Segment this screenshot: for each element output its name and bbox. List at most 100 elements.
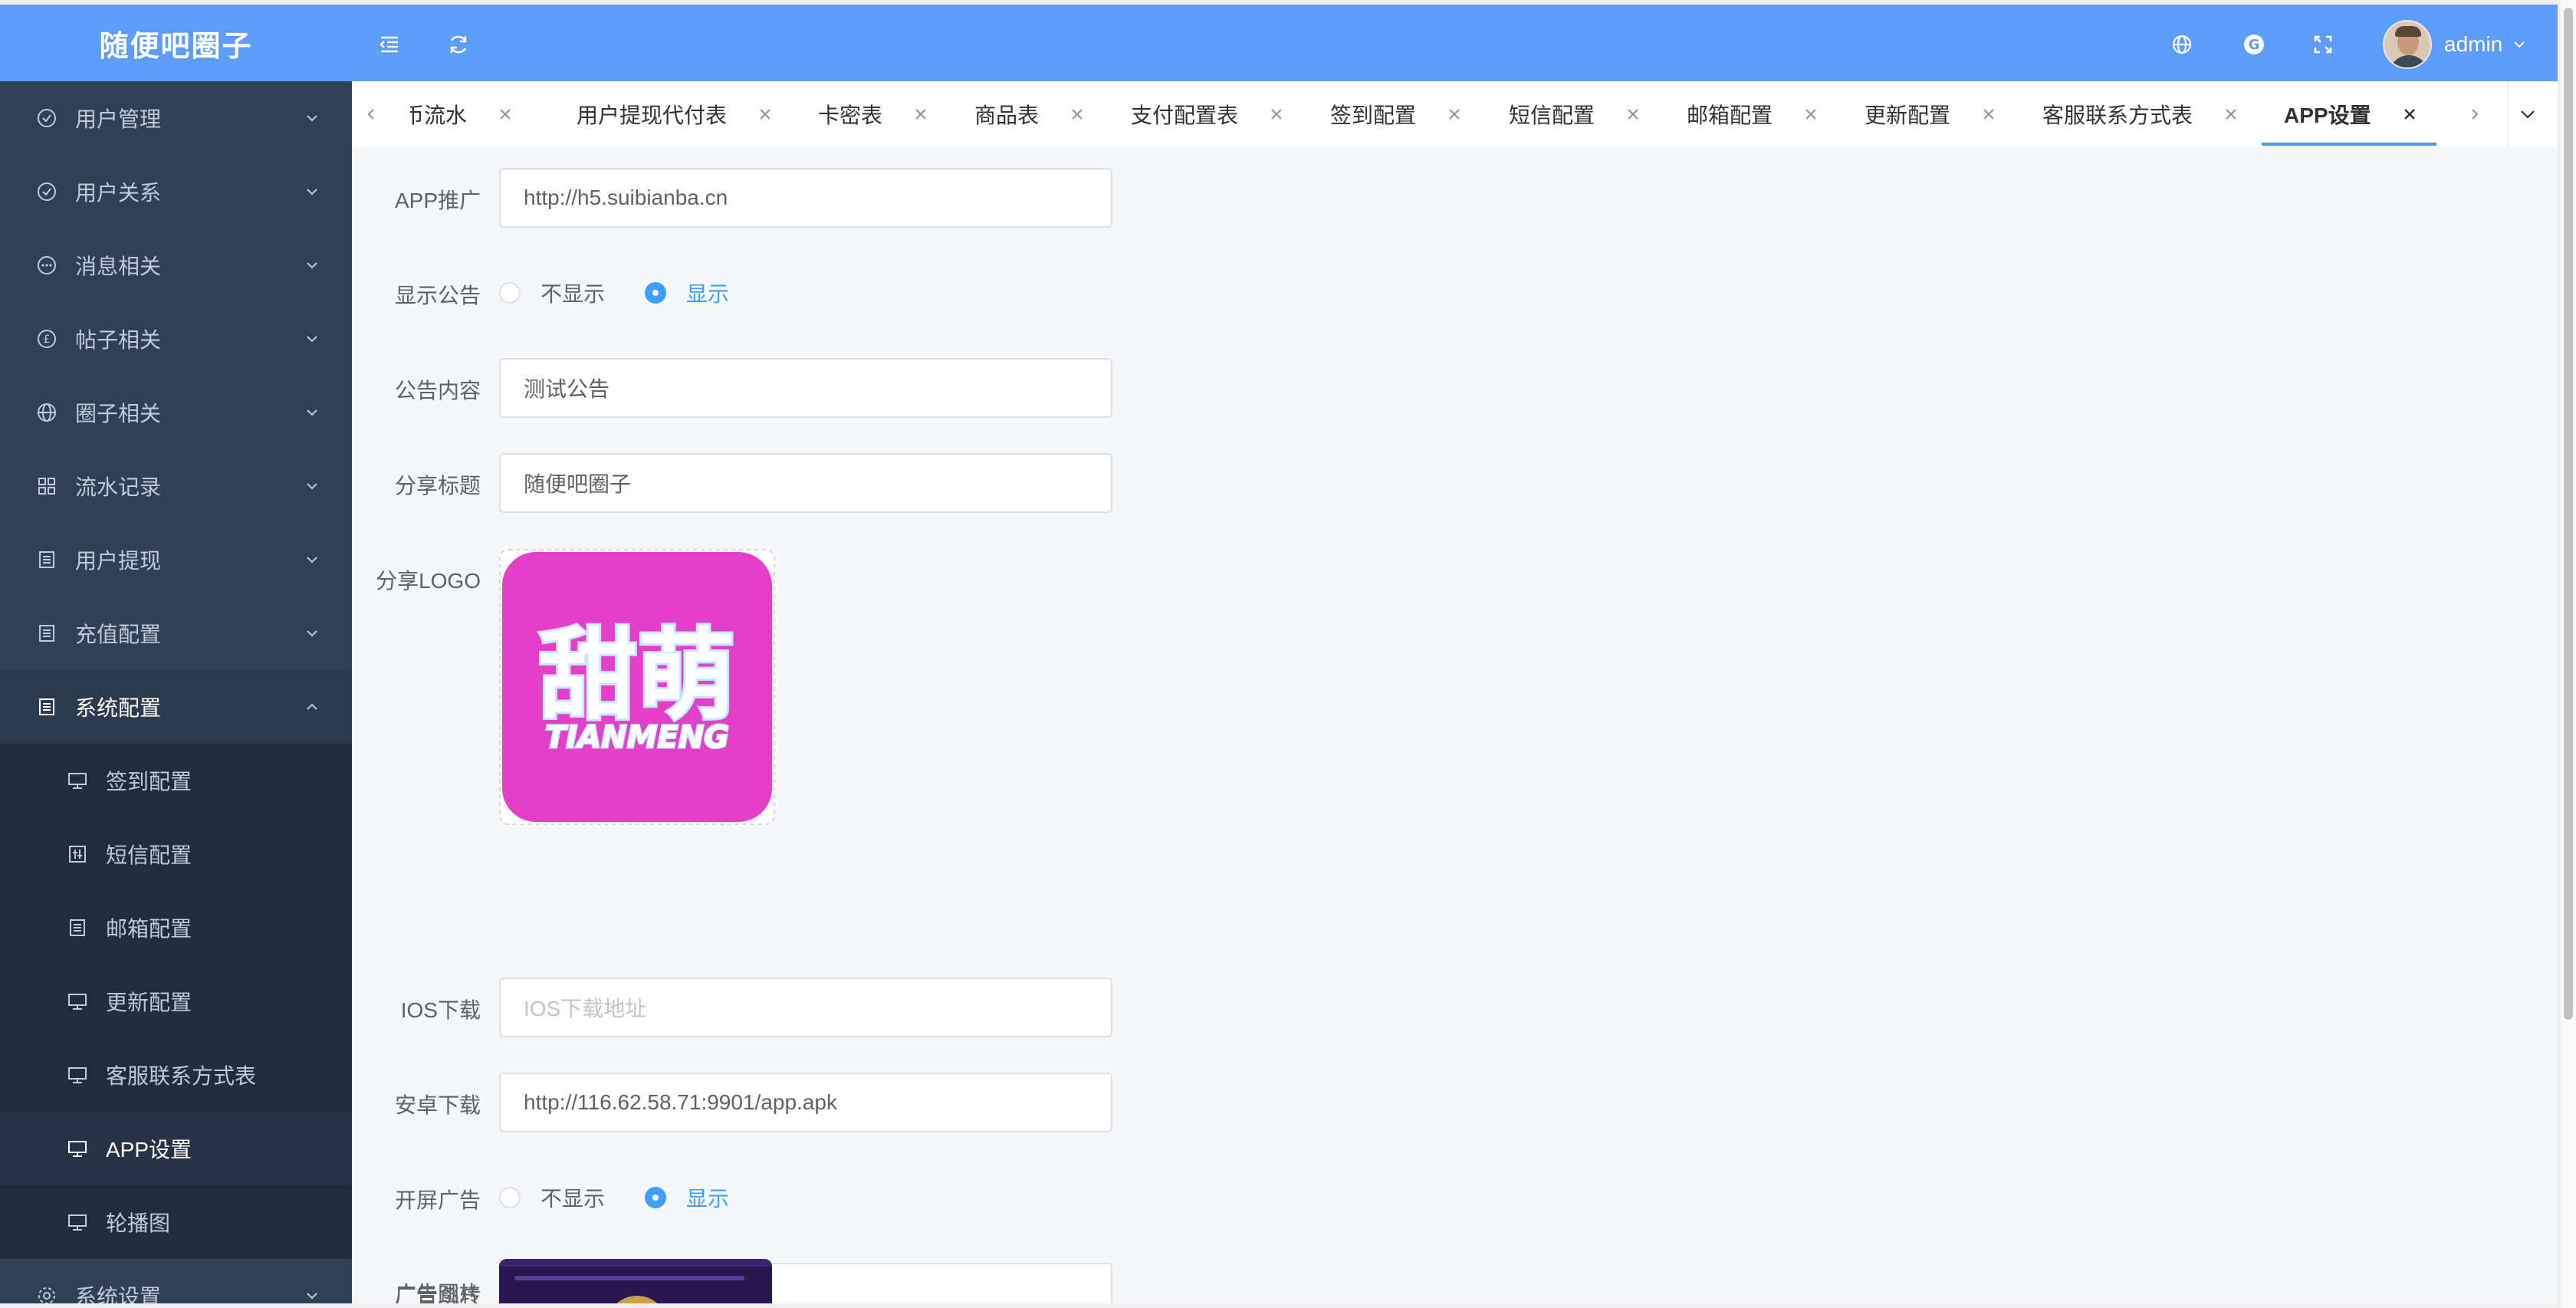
chat-icon — [35, 254, 58, 277]
monitor-icon — [66, 1137, 89, 1160]
sidebar-item-recharge-config[interactable]: 充值配置 — [0, 596, 352, 670]
tab-signin-config[interactable]: 签到配置 — [1330, 81, 1464, 147]
user-menu[interactable]: admin — [2383, 20, 2527, 69]
sidebar-item-update-config[interactable]: 更新配置 — [0, 965, 352, 1038]
fullscreen-icon[interactable] — [2308, 29, 2338, 60]
menu-fold-icon[interactable] — [374, 29, 405, 60]
tab-sms-config[interactable]: 短信配置 — [1509, 81, 1642, 147]
tab-update-config[interactable]: 更新配置 — [1865, 81, 1998, 147]
close-icon[interactable] — [912, 105, 930, 123]
refresh-icon[interactable] — [443, 29, 474, 60]
splash-hide-radio[interactable]: 不显示 — [499, 1182, 605, 1213]
radio-label: 不显示 — [540, 282, 606, 306]
sidebar-item-sms-config[interactable]: 短信配置 — [0, 817, 352, 891]
show-notice-label: 显示公告 — [394, 284, 481, 307]
sidebar-item-customer-service[interactable]: 客服联系方式表 — [0, 1038, 352, 1112]
share-logo-uploader[interactable]: 甜萌 TIANMENG — [499, 549, 775, 825]
monitor-icon — [66, 1063, 89, 1086]
close-icon[interactable] — [1068, 105, 1086, 123]
ios-download-input[interactable]: IOS下载地址 — [499, 978, 1112, 1037]
sidebar-item-system-config[interactable]: 系统配置 — [0, 670, 352, 744]
tab-label: 卡密表 — [818, 104, 883, 127]
ad-image-thumbnail[interactable] — [499, 1259, 772, 1303]
check-circle-icon — [35, 107, 58, 130]
close-icon[interactable] — [756, 105, 774, 123]
chevron-down-icon — [307, 336, 317, 343]
notice-hide-radio[interactable]: 不显示 — [499, 278, 605, 308]
sidebar-item-label: 客服联系方式表 — [106, 1064, 257, 1088]
app-promo-input[interactable]: http://h5.suibianba.cn — [499, 168, 1112, 228]
page-scrollbar-thumb[interactable] — [2564, 8, 2573, 1020]
close-icon[interactable] — [1980, 105, 1998, 123]
close-icon[interactable] — [1624, 105, 1642, 123]
close-icon[interactable] — [496, 105, 514, 123]
sidebar-item-transactions[interactable]: 流水记录 — [0, 449, 352, 523]
tab-label: 支付配置表 — [1131, 104, 1239, 127]
globe-icon[interactable] — [2167, 29, 2197, 60]
tags-view: 金币流水 用户提现代付表 卡密表 商品表 支付配置表 签到配置 短信配置 邮箱配… — [352, 81, 2558, 148]
avatar[interactable] — [2383, 20, 2432, 69]
pound-icon: £ — [35, 327, 58, 350]
chevron-down-icon — [307, 483, 317, 490]
tab-app-settings[interactable]: APP设置 — [2284, 81, 2419, 147]
sidebar-item-user-management[interactable]: 用户管理 — [0, 81, 352, 155]
close-icon[interactable] — [1445, 105, 1464, 123]
sidebar-item-posts[interactable]: £ 帖子相关 — [0, 302, 352, 376]
document-icon — [35, 695, 58, 718]
sidebar-item-signin-config[interactable]: 签到配置 — [0, 744, 352, 817]
grid-icon — [35, 475, 58, 498]
tab-pay-config[interactable]: 支付配置表 — [1131, 81, 1286, 147]
sidebar-item-carousel[interactable]: 轮播图 — [0, 1185, 352, 1259]
sidebar-item-label: 系统配置 — [75, 696, 162, 720]
sidebar-item-withdrawals[interactable]: 用户提现 — [0, 523, 352, 596]
tab-email-config[interactable]: 邮箱配置 — [1687, 81, 1820, 147]
close-icon[interactable] — [1802, 105, 1820, 123]
tab-customer-service[interactable]: 客服联系方式表 — [2042, 81, 2240, 147]
android-download-input[interactable]: http://116.62.58.71:9901/app.apk — [499, 1073, 1112, 1132]
sidebar-item-label: 签到配置 — [106, 770, 192, 794]
sidebar-item-label: 圈子相关 — [75, 402, 162, 426]
circle-check-icon — [35, 180, 58, 203]
splash-show-radio[interactable]: 显示 — [645, 1182, 729, 1213]
sidebar: 用户管理 用户关系 消息相关 £ 帖子相关 圈子相关 流水记录 用户提现 充值配… — [0, 81, 352, 1303]
tab-menu-dropdown-icon[interactable] — [2508, 81, 2547, 147]
sidebar-item-label: 帖子相关 — [75, 328, 162, 352]
radio-circle — [499, 1187, 521, 1208]
tab-coin-flow[interactable]: 金币流水 — [410, 81, 514, 147]
sidebar-item-circles[interactable]: 圈子相关 — [0, 376, 352, 449]
sidebar-item-messages[interactable]: 消息相关 — [0, 228, 352, 302]
logo-text-cn: 甜萌 — [539, 619, 735, 733]
tab-scroll-right-icon[interactable] — [2456, 81, 2494, 147]
sidebar-item-system-settings[interactable]: 系统设置 — [0, 1259, 352, 1303]
close-icon[interactable] — [2400, 105, 2419, 123]
github-icon[interactable]: G — [2239, 29, 2269, 60]
globe-icon — [35, 401, 58, 424]
top-header: 随便吧圈子 G admin — [0, 5, 2558, 81]
radio-label: 显示 — [686, 282, 730, 306]
notice-show-radio[interactable]: 显示 — [645, 278, 729, 308]
sidebar-item-label: 轮播图 — [106, 1211, 171, 1235]
sidebar-item-label: 用户提现 — [75, 549, 162, 573]
sidebar-item-app-settings[interactable]: APP设置 — [0, 1112, 352, 1185]
chevron-down-icon[interactable] — [2512, 37, 2527, 52]
tab-goods[interactable]: 商品表 — [974, 81, 1086, 147]
sidebar-item-user-relations[interactable]: 用户关系 — [0, 155, 352, 228]
sidebar-item-label: 系统设置 — [75, 1285, 162, 1303]
chevron-down-icon — [307, 115, 317, 122]
monitor-icon — [66, 990, 89, 1013]
sidebar-item-email-config[interactable]: 邮箱配置 — [0, 891, 352, 965]
user-name[interactable]: admin — [2444, 32, 2502, 57]
chevron-down-icon — [307, 409, 317, 416]
radio-circle — [645, 282, 666, 304]
tab-withdraw-proxy[interactable]: 用户提现代付表 — [577, 81, 774, 147]
tab-scroll-left-icon[interactable] — [352, 81, 390, 147]
radio-label: 不显示 — [540, 1187, 606, 1211]
brand-title[interactable]: 随便吧圈子 — [0, 5, 352, 81]
notice-content-input[interactable]: 测试公告 — [499, 358, 1112, 418]
tab-label: 短信配置 — [1509, 104, 1595, 127]
chevron-down-icon — [307, 557, 317, 564]
close-icon[interactable] — [1267, 105, 1286, 123]
share-title-input[interactable]: 随便吧圈子 — [499, 453, 1112, 513]
tab-card-key[interactable]: 卡密表 — [818, 81, 930, 147]
close-icon[interactable] — [2222, 105, 2240, 123]
